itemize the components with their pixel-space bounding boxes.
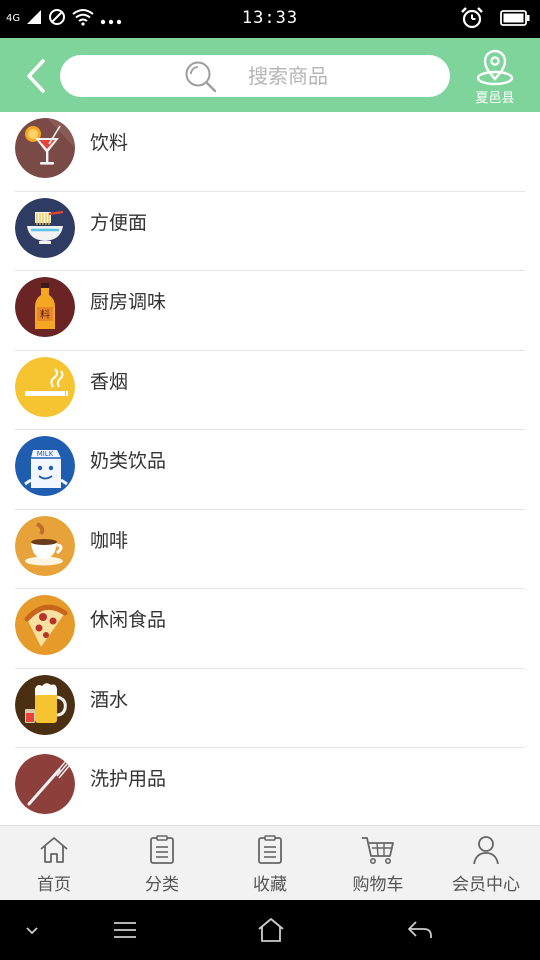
tab-label: 收藏: [253, 875, 287, 895]
location-pin-icon: [476, 49, 514, 86]
category-label: 奶类饮品: [90, 450, 167, 472]
tab-label: 会员中心: [452, 875, 520, 895]
category-list-icon: [150, 835, 174, 864]
status-bar: 4G 13:33: [0, 0, 540, 38]
category-item-milk-drinks[interactable]: MILK 奶类饮品: [0, 430, 540, 510]
home-icon: [40, 837, 68, 863]
menu-icon[interactable]: [112, 918, 138, 946]
bottom-tab-bar: 首页 分类 收藏 购物车 会员中心: [0, 825, 540, 900]
search-input[interactable]: [248, 61, 438, 91]
category-item-drinks[interactable]: 饮料: [0, 112, 540, 192]
noodle-bowl-icon: [15, 197, 75, 258]
back-button[interactable]: [16, 56, 56, 96]
category-label: 厨房调味: [90, 291, 167, 313]
header-bar: 夏邑县: [0, 38, 540, 112]
category-item-kitchen-seasoning[interactable]: 料 厨房调味: [0, 271, 540, 351]
search-icon: [184, 60, 218, 98]
category-label: 香烟: [90, 370, 129, 393]
location-selector[interactable]: 夏邑县: [468, 48, 522, 108]
alarm-icon: [460, 6, 484, 34]
svg-text:MILK: MILK: [37, 450, 54, 458]
category-item-coffee[interactable]: 咖啡: [0, 510, 540, 589]
system-navigation-bar: [0, 900, 540, 960]
milk-carton-icon: MILK: [15, 436, 75, 496]
toothbrush-icon: [15, 754, 75, 814]
tab-label: 购物车: [352, 875, 404, 895]
coffee-cup-icon: [15, 515, 75, 576]
category-item-cigarettes[interactable]: 香烟: [0, 351, 540, 430]
favorites-clipboard-icon: [258, 835, 282, 864]
category-list: 饮料 方便面 料 厨房调味 香烟 MILK 奶类饮品 咖啡 休闲食品 酒水 洗护…: [0, 112, 540, 825]
user-profile-icon: [473, 836, 499, 865]
battery-icon: [500, 9, 530, 31]
category-item-snacks[interactable]: 休闲食品: [0, 589, 540, 669]
status-right: [460, 6, 530, 34]
tab-label: 分类: [145, 875, 179, 895]
seasoning-bottle-icon: 料: [15, 277, 75, 337]
cigarette-icon: [15, 356, 75, 417]
category-label: 方便面: [90, 211, 148, 234]
tab-favorites[interactable]: 收藏: [216, 826, 324, 900]
pizza-slice-icon: [15, 595, 75, 655]
tab-cart[interactable]: 购物车: [324, 826, 432, 900]
beer-mug-icon: [15, 674, 75, 735]
chevron-down-icon[interactable]: [24, 922, 40, 941]
category-label: 咖啡: [90, 529, 129, 552]
category-label: 洗护用品: [90, 768, 167, 790]
category-item-instant-noodles[interactable]: 方便面: [0, 192, 540, 271]
search-bar[interactable]: [60, 55, 450, 97]
category-label: 饮料: [90, 132, 129, 154]
tab-label: 首页: [37, 875, 71, 895]
tab-category[interactable]: 分类: [108, 826, 216, 900]
home-nav-icon[interactable]: [256, 916, 286, 948]
svg-text:料: 料: [40, 308, 50, 321]
tab-member-center[interactable]: 会员中心: [432, 826, 540, 900]
tab-home[interactable]: 首页: [0, 826, 108, 900]
back-nav-icon[interactable]: [406, 918, 434, 946]
category-item-alcohol[interactable]: 酒水: [0, 669, 540, 748]
category-item-toiletries[interactable]: 洗护用品: [0, 748, 540, 825]
shopping-cart-icon: [362, 837, 394, 864]
cocktail-icon: [15, 118, 75, 178]
category-label: 休闲食品: [90, 609, 167, 631]
location-label: 夏邑县: [475, 91, 515, 106]
status-time: 13:33: [241, 8, 299, 28]
category-label: 酒水: [90, 688, 129, 711]
chevron-left-icon: [27, 59, 45, 93]
